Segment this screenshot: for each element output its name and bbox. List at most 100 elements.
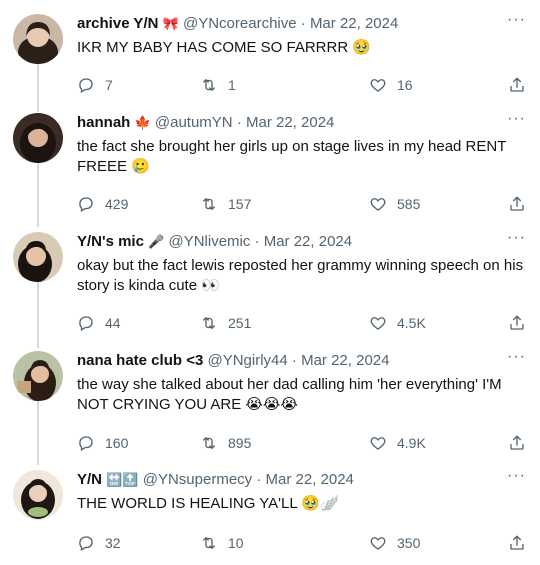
avatar[interactable] — [13, 232, 63, 282]
like-button[interactable]: 350 — [369, 532, 420, 554]
tweet-actions: 160 895 4.9K — [77, 432, 526, 454]
tweet-actions: 44 251 4.5K — [77, 312, 526, 334]
reply-count: 429 — [105, 196, 129, 212]
reply-icon — [79, 78, 93, 93]
reply-icon — [79, 536, 93, 551]
retweet-button[interactable]: 157 — [200, 193, 251, 215]
timestamp[interactable]: Mar 22, 2024 — [301, 352, 389, 369]
reply-icon — [79, 197, 93, 212]
separator: · — [256, 471, 262, 488]
more-options-icon[interactable]: ··· — [507, 229, 526, 247]
heart-icon — [370, 198, 386, 211]
share-button[interactable] — [508, 74, 526, 96]
handle[interactable]: @YNgirly44 — [207, 352, 287, 369]
share-button[interactable] — [508, 532, 526, 554]
avatar[interactable] — [13, 470, 63, 520]
timestamp[interactable]: Mar 22, 2024 — [264, 233, 352, 250]
reply-button[interactable]: 32 — [77, 532, 121, 554]
tweet-text: okay but the fact lewis reposted her gra… — [77, 257, 524, 294]
share-icon — [510, 315, 524, 330]
tweet-text: the fact she brought her girls up on sta… — [77, 138, 507, 175]
name-emoji: 🎀 — [162, 16, 179, 31]
tweet-text: THE WORLD IS HEALING YA'LL 🥹🪽 — [77, 495, 339, 512]
timestamp[interactable]: Mar 22, 2024 — [310, 15, 398, 32]
share-button[interactable] — [508, 432, 526, 454]
thread-connector — [37, 64, 39, 112]
heart-icon — [370, 317, 386, 330]
like-button[interactable]: 16 — [369, 74, 413, 96]
name-emoji: 🔛🔝 — [106, 472, 139, 487]
share-button[interactable] — [508, 193, 526, 215]
tweet-header: Y/N 🔛🔝 @YNsupermecy · Mar 22, 2024 — [77, 470, 492, 490]
like-count: 350 — [397, 535, 421, 551]
reply-count: 44 — [105, 315, 121, 331]
display-name[interactable]: hannah — [77, 114, 130, 131]
display-name[interactable]: Y/N's mic — [77, 233, 144, 250]
more-options-icon[interactable]: ··· — [507, 11, 526, 29]
reply-icon — [79, 436, 93, 451]
more-options-icon[interactable]: ··· — [507, 467, 526, 485]
retweet-icon — [203, 79, 215, 91]
reply-count: 160 — [105, 435, 129, 451]
thread-connector — [37, 400, 39, 465]
separator: · — [254, 233, 260, 250]
retweet-count: 1 — [228, 77, 236, 93]
share-icon — [510, 435, 524, 450]
reply-button[interactable]: 429 — [77, 193, 128, 215]
avatar[interactable] — [13, 113, 63, 163]
retweet-button[interactable]: 1 — [200, 74, 236, 96]
like-count: 16 — [397, 77, 413, 93]
handle[interactable]: @YNsupermecy — [143, 471, 252, 488]
retweet-count: 895 — [228, 435, 252, 451]
like-count: 4.5K — [397, 315, 426, 331]
thread-connector — [37, 163, 39, 227]
reply-button[interactable]: 7 — [77, 74, 113, 96]
reply-button[interactable]: 160 — [77, 432, 128, 454]
tweet-actions: 32 10 350 — [77, 532, 526, 554]
retweet-count: 157 — [228, 196, 252, 212]
share-button[interactable] — [508, 312, 526, 334]
reply-button[interactable]: 44 — [77, 312, 121, 334]
retweet-button[interactable]: 251 — [200, 312, 251, 334]
tweet-header: archive Y/N 🎀 @YNcorearchive · Mar 22, 2… — [77, 14, 492, 34]
tweet-text: the way she talked about her dad calling… — [77, 376, 502, 413]
more-options-icon[interactable]: ··· — [507, 110, 526, 128]
retweet-count: 251 — [228, 315, 252, 331]
heart-icon — [370, 79, 386, 92]
tweet-text: IKR MY BABY HAS COME SO FARRRR 🥹 — [77, 39, 372, 56]
display-name[interactable]: nana hate club <3 — [77, 352, 203, 369]
retweet-icon — [203, 437, 215, 449]
handle[interactable]: @YNcorearchive — [183, 15, 297, 32]
display-name[interactable]: Y/N — [77, 471, 102, 488]
handle[interactable]: @autumYN — [155, 114, 233, 131]
handle[interactable]: @YNlivemic — [168, 233, 250, 250]
tweet-thread: archive Y/N 🎀 @YNcorearchive · Mar 22, 2… — [0, 0, 540, 565]
tweet-header: nana hate club <3 @YNgirly44 · Mar 22, 2… — [77, 351, 492, 371]
retweet-button[interactable]: 10 — [200, 532, 244, 554]
separator: · — [300, 15, 306, 32]
more-options-icon[interactable]: ··· — [507, 348, 526, 366]
avatar[interactable] — [13, 351, 63, 401]
timestamp[interactable]: Mar 22, 2024 — [266, 471, 354, 488]
name-emoji: 🎤 — [148, 234, 165, 249]
share-icon — [510, 77, 524, 92]
timestamp[interactable]: Mar 22, 2024 — [246, 114, 334, 131]
retweet-icon — [203, 317, 215, 329]
heart-icon — [370, 537, 386, 550]
like-button[interactable]: 4.9K — [369, 432, 426, 454]
separator: · — [236, 114, 242, 131]
tweet-header: Y/N's mic 🎤 @YNlivemic · Mar 22, 2024 — [77, 232, 492, 252]
like-button[interactable]: 4.5K — [369, 312, 426, 334]
separator: · — [291, 352, 297, 369]
retweet-count: 10 — [228, 535, 244, 551]
retweet-button[interactable]: 895 — [200, 432, 251, 454]
tweet-actions: 429 157 585 — [77, 193, 526, 215]
avatar[interactable] — [13, 14, 63, 64]
tweet-actions: 7 1 16 — [77, 74, 526, 96]
reply-icon — [79, 316, 93, 331]
retweet-icon — [203, 198, 215, 210]
like-button[interactable]: 585 — [369, 193, 420, 215]
display-name[interactable]: archive Y/N — [77, 15, 158, 32]
name-emoji: 🍁 — [134, 115, 151, 130]
retweet-icon — [203, 537, 215, 549]
